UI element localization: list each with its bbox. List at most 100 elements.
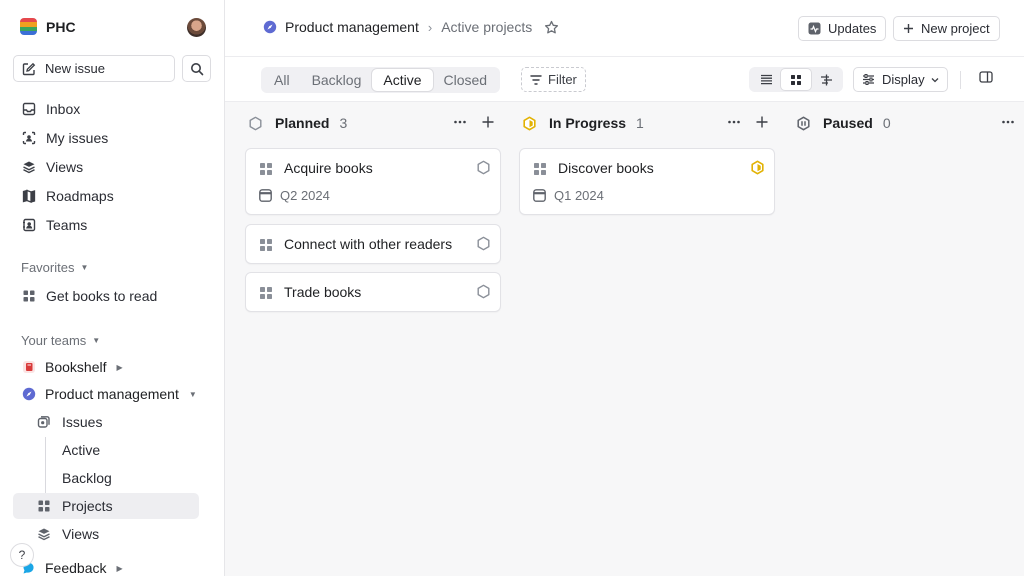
column-header: Planned 3 xyxy=(245,114,501,132)
favorites-header[interactable]: Favorites ▼ xyxy=(21,260,88,275)
team-nav-issues[interactable]: Issues xyxy=(13,409,199,435)
caret-right-icon: ▶ xyxy=(116,563,123,573)
caret-down-icon: ▼ xyxy=(188,389,197,399)
more-options-icon[interactable] xyxy=(453,115,467,129)
nav-label: Inbox xyxy=(46,101,81,117)
views-icon xyxy=(21,159,37,175)
nav-label: Views xyxy=(46,159,84,175)
column-title: Planned xyxy=(275,115,330,131)
project-board: Planned 3 Acquire books Q2 2024 Connect … xyxy=(225,102,1024,576)
project-card-title: Discover books xyxy=(558,160,654,176)
roadmap-icon xyxy=(21,188,37,204)
column-header: Paused 0 xyxy=(793,114,1024,132)
main-area: Product management › Active projects Upd… xyxy=(225,0,1024,576)
display-button[interactable]: Display xyxy=(853,67,948,92)
nav-roadmaps[interactable]: Roadmaps xyxy=(13,183,199,209)
project-icon xyxy=(21,288,37,304)
views-icon xyxy=(37,527,51,541)
breadcrumb-project[interactable]: Product management xyxy=(285,19,419,35)
project-card[interactable]: Acquire books Q2 2024 xyxy=(245,148,501,215)
planned-hexagon-icon[interactable] xyxy=(476,160,491,175)
star-icon[interactable] xyxy=(544,20,559,35)
chevron-down-icon xyxy=(931,77,939,82)
panel-toggle-icon[interactable] xyxy=(979,71,993,83)
breadcrumb: Product management › Active projects xyxy=(263,19,559,35)
status-tabs: All Backlog Active Closed xyxy=(261,67,501,93)
board-column-in-progress: In Progress 1 Discover books Q1 2024 xyxy=(519,102,775,576)
tab-closed[interactable]: Closed xyxy=(433,69,499,91)
your-teams-header[interactable]: Your teams ▼ xyxy=(21,333,100,348)
board-column-paused: Paused 0 xyxy=(793,102,1024,576)
compass-icon xyxy=(263,20,277,34)
help-label: ? xyxy=(18,548,26,562)
new-project-label: New project xyxy=(921,21,990,36)
teams-icon xyxy=(21,217,37,233)
in-progress-hexagon-icon[interactable] xyxy=(750,160,765,175)
planned-hexagon-icon[interactable] xyxy=(476,284,491,299)
avatar[interactable] xyxy=(187,18,206,37)
tab-all[interactable]: All xyxy=(263,69,301,91)
board-view-icon[interactable] xyxy=(781,69,811,90)
more-options-icon[interactable] xyxy=(1001,115,1015,129)
team-nav-views[interactable]: Views xyxy=(13,521,199,547)
updates-label: Updates xyxy=(828,21,877,36)
filter-label: Filter xyxy=(548,72,577,87)
new-project-button[interactable]: New project xyxy=(893,16,1000,41)
target-date[interactable]: Q1 2024 xyxy=(533,188,604,203)
team-product-management[interactable]: Product management ▼ xyxy=(13,381,197,407)
calendar-icon xyxy=(533,189,546,202)
project-icon xyxy=(259,286,273,300)
search-button[interactable] xyxy=(182,55,211,82)
workspace-name: PHC xyxy=(46,18,76,35)
team-nav-label: Active xyxy=(62,442,101,458)
planned-hexagon-icon[interactable] xyxy=(476,236,491,251)
nav-views[interactable]: Views xyxy=(13,154,199,180)
tab-backlog[interactable]: Backlog xyxy=(301,69,373,91)
column-header: In Progress 1 xyxy=(519,114,775,132)
tab-active[interactable]: Active xyxy=(372,69,433,91)
inbox-icon xyxy=(21,101,37,117)
display-label: Display xyxy=(882,72,925,87)
team-nav-label: Views xyxy=(62,526,100,542)
favorite-item-get-books[interactable]: Get books to read xyxy=(13,283,199,309)
project-card[interactable]: Trade books xyxy=(245,272,501,312)
timeline-view-icon[interactable] xyxy=(811,69,841,90)
nav-teams[interactable]: Teams xyxy=(13,212,199,238)
caret-down-icon: ▼ xyxy=(80,263,89,272)
caret-right-icon: ▶ xyxy=(116,362,123,372)
help-button[interactable]: ? xyxy=(10,543,34,567)
nav-inbox[interactable]: Inbox xyxy=(13,96,199,122)
column-count: 0 xyxy=(882,115,891,131)
filter-icon xyxy=(530,74,542,85)
your-teams-label: Your teams xyxy=(21,333,87,348)
team-nav-label: Issues xyxy=(62,414,103,430)
view-toolbar: All Backlog Active Closed Filter Display xyxy=(225,58,1024,102)
calendar-icon xyxy=(259,189,272,202)
filter-button[interactable]: Filter xyxy=(521,67,586,92)
column-title: Paused xyxy=(823,115,873,131)
project-card-title: Trade books xyxy=(284,284,362,300)
project-card[interactable]: Discover books Q1 2024 xyxy=(519,148,775,215)
new-issue-button[interactable]: New issue xyxy=(13,55,175,82)
project-card[interactable]: Connect with other readers xyxy=(245,224,501,264)
plus-icon xyxy=(904,24,913,33)
project-icon xyxy=(259,238,273,252)
breadcrumb-separator: › xyxy=(427,19,433,35)
column-count: 1 xyxy=(636,115,644,131)
target-date[interactable]: Q2 2024 xyxy=(259,188,330,203)
add-project-icon[interactable] xyxy=(755,115,769,129)
workspace-switcher[interactable]: PHC xyxy=(20,18,76,35)
workspace-logo-icon xyxy=(20,18,37,35)
updates-button[interactable]: Updates xyxy=(798,16,887,41)
team-nav-active[interactable]: Active xyxy=(13,437,199,463)
my-issues-icon xyxy=(21,130,37,146)
team-label: Bookshelf xyxy=(45,359,107,375)
team-nav-backlog[interactable]: Backlog xyxy=(13,465,199,491)
nav-my-issues[interactable]: My issues xyxy=(13,125,199,151)
team-bookshelf[interactable]: Bookshelf ▶ xyxy=(13,354,123,380)
team-nav-projects[interactable]: Projects xyxy=(13,493,199,519)
more-options-icon[interactable] xyxy=(727,115,741,129)
add-project-icon[interactable] xyxy=(481,115,495,129)
list-view-icon[interactable] xyxy=(751,69,781,90)
nav-label: Teams xyxy=(46,217,88,233)
